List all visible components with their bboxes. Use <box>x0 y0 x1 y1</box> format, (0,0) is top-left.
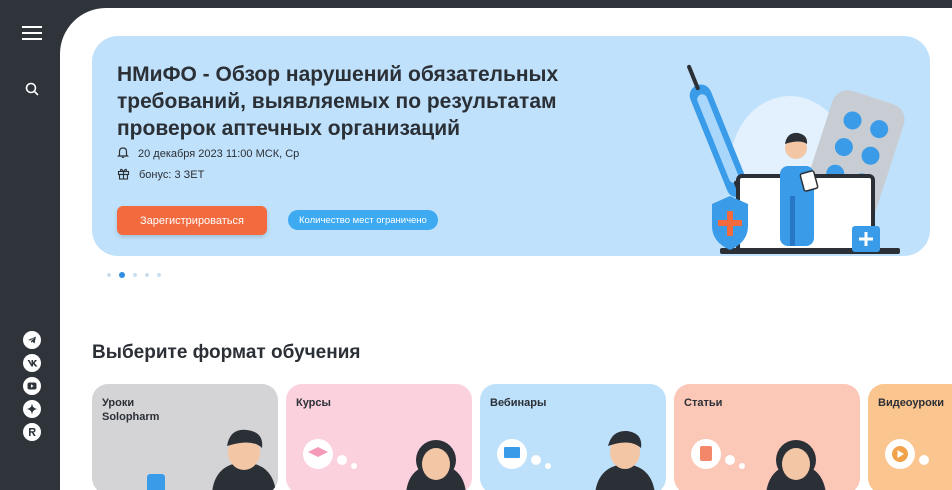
vk-icon[interactable] <box>23 354 41 372</box>
banner-date-row: 20 декабря 2023 11:00 МСК, Ср <box>117 146 299 162</box>
formats-title: Выберите формат обучения <box>92 342 361 363</box>
app: НМиФО - Обзор нарушений обязательных тре… <box>0 0 952 490</box>
rutube-icon[interactable] <box>23 423 41 441</box>
dzen-icon[interactable] <box>23 400 41 418</box>
banner-bonus-row: бонус: 3 ЗЕТ <box>117 167 204 183</box>
carousel-dot[interactable] <box>145 273 149 277</box>
document-icon <box>691 439 826 490</box>
format-cards: Уроки Solopharm Курсы Вебинары Статьи Ви… <box>92 384 952 490</box>
carousel-dot[interactable] <box>133 273 137 277</box>
search-icon[interactable] <box>17 74 47 104</box>
carousel-dots <box>107 272 161 278</box>
youtube-icon[interactable] <box>23 377 41 395</box>
main-content: НМиФО - Обзор нарушений обязательных тре… <box>60 8 952 490</box>
carousel-dot[interactable] <box>157 273 161 277</box>
register-button[interactable]: Зарегистрироваться <box>117 206 267 235</box>
banner-bonus: бонус: 3 ЗЕТ <box>139 169 205 181</box>
person-illustration <box>147 429 276 490</box>
graduation-cap-icon <box>303 439 466 490</box>
format-card-lessons[interactable]: Уроки Solopharm <box>92 384 278 490</box>
carousel-dot[interactable] <box>119 272 125 278</box>
banner-illustration <box>687 64 905 254</box>
format-card-videolessons[interactable]: Видеоуроки <box>868 384 952 490</box>
format-card-articles[interactable]: Статьи <box>674 384 860 490</box>
presentation-icon <box>497 430 655 490</box>
play-icon <box>885 439 929 469</box>
promo-banner[interactable]: НМиФО - Обзор нарушений обязательных тре… <box>92 36 930 256</box>
bell-icon <box>117 146 129 162</box>
carousel-dot[interactable] <box>107 273 111 277</box>
sidebar <box>0 0 64 490</box>
gift-icon <box>117 167 130 183</box>
telegram-icon[interactable] <box>23 331 41 349</box>
banner-title: НМиФО - Обзор нарушений обязательных тре… <box>117 63 559 140</box>
menu-icon[interactable] <box>17 18 47 48</box>
format-card-courses[interactable]: Курсы <box>286 384 472 490</box>
limited-seats-badge: Количество мест ограничено <box>288 210 438 230</box>
banner-date: 20 декабря 2023 11:00 МСК, Ср <box>138 148 300 160</box>
format-card-webinars[interactable]: Вебинары <box>480 384 666 490</box>
